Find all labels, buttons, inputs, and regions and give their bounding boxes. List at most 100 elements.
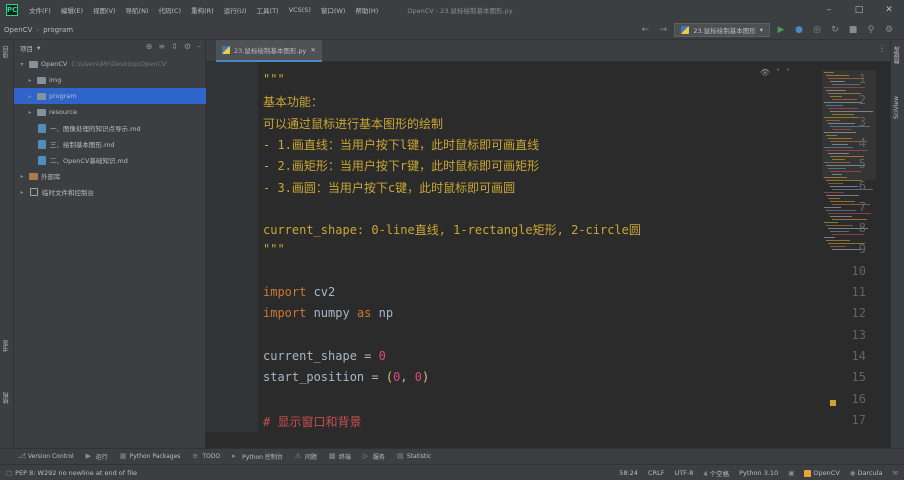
run-tool-button[interactable]: ▶ 运行 (86, 452, 108, 462)
code-line[interactable]: # 显示窗口和背景 (263, 413, 361, 430)
package-icon: ▦ (119, 452, 127, 460)
python-packages-button[interactable]: ▦ Python Packages (119, 452, 181, 461)
up-arrow-icon[interactable]: ˄ (776, 68, 780, 77)
down-arrow-icon[interactable]: ˅ (786, 68, 790, 77)
minimize-icon[interactable]: – (814, 0, 844, 20)
bookmarks-tool-window-button[interactable]: 书签 (2, 340, 11, 352)
indent-setting[interactable]: 4 个空格 (703, 468, 729, 478)
version-control-button[interactable]: ⎇ Version Control (18, 453, 74, 461)
breadcrumb-folder[interactable]: program (39, 26, 77, 34)
menu-help[interactable]: 帮助(H) (350, 5, 383, 15)
problems-button[interactable]: ⚠ 问题 (295, 452, 317, 462)
code-line[interactable]: start_position = (0, 0) (263, 370, 429, 384)
minimap-line (824, 222, 838, 223)
close-icon[interactable]: ✕ (874, 0, 904, 20)
line-separator[interactable]: CRLF (648, 469, 664, 477)
tree-item-md-file[interactable]: 三、绘制基本图形.md (14, 136, 206, 152)
code-line[interactable]: current_shape: 0-line直线, 1-rectangle矩形, … (263, 221, 641, 238)
file-encoding[interactable]: UTF-8 (674, 469, 693, 477)
caret-position[interactable]: 58:24 (619, 469, 638, 477)
code-line[interactable]: import cv2 (263, 285, 335, 299)
collapse-arrow-icon[interactable]: ▸ (18, 189, 26, 196)
debug-icon[interactable]: ● (792, 23, 806, 37)
tree-item-project-root[interactable]: ▾ OpenCV C:\Users\Mr\Desktop\OpenCV (14, 56, 206, 72)
menu-code[interactable]: 代码(C) (153, 5, 186, 15)
back-arrow-icon[interactable]: ← (638, 23, 652, 37)
breadcrumb-project[interactable]: OpenCV (0, 26, 36, 34)
settings-gear-icon[interactable]: ⚙ (184, 42, 191, 51)
terminal-button[interactable]: ▩ 终端 (329, 452, 351, 462)
tree-item-md-file[interactable]: 二、OpenCV基础知识.md (14, 152, 206, 168)
python-interpreter[interactable]: Python 3.10 (739, 469, 778, 477)
menu-vcs[interactable]: VCS(S) (284, 6, 316, 14)
collapse-arrow-icon[interactable]: ▸ (26, 93, 34, 100)
menu-navigate[interactable]: 导航(N) (121, 5, 154, 15)
menu-file[interactable]: 文件(F) (24, 5, 56, 15)
menu-tools[interactable]: 工具(T) (252, 5, 284, 15)
menu-edit[interactable]: 编辑(E) (56, 5, 88, 15)
todo-button[interactable]: ≡ TODO (192, 453, 220, 461)
theme-indicator[interactable]: ◉ Darcula (850, 469, 883, 477)
code-line[interactable]: import numpy as np (263, 306, 393, 320)
tree-item-scratches[interactable]: ▸ 临时文件和控制台 (14, 184, 206, 200)
code-line[interactable]: """ (263, 72, 285, 86)
expand-all-icon[interactable]: ⇕ (171, 42, 178, 51)
project-header-label[interactable]: 项目 (20, 43, 33, 53)
code-line[interactable]: - 1.画直线：当用户按下l键，此时鼠标即可画直线 (263, 136, 539, 153)
services-button[interactable]: ▷ 服务 (363, 452, 385, 462)
expand-arrow-icon[interactable]: ▾ (18, 61, 26, 68)
tree-item-img[interactable]: ▸ img (14, 72, 206, 88)
sciview-tool-window-button[interactable]: SciView (893, 96, 900, 119)
tree-item-md-file[interactable]: 一、图像处理的知识点导示.md (14, 120, 206, 136)
chevron-down-icon[interactable]: ▾ (37, 44, 40, 52)
code-token: start_position = (263, 370, 386, 385)
more-tabs-icon[interactable]: ⋮ (878, 44, 886, 53)
status-toggle-icon[interactable]: □ (6, 469, 12, 477)
structure-tool-window-button[interactable]: 结构 (2, 392, 11, 404)
status-message[interactable]: □ PEP 8: W292 no newline at end of file (6, 469, 137, 477)
line-number: 13 (851, 327, 866, 342)
project-indicator[interactable]: OpenCV (804, 469, 840, 477)
settings-gear-icon[interactable]: ⚙ (882, 23, 896, 37)
collapse-arrow-icon[interactable]: ▸ (26, 77, 34, 84)
project-tool-window-button[interactable]: 项目 (2, 46, 11, 58)
code-line[interactable]: 基本功能： (263, 93, 323, 110)
statistic-button[interactable]: ▤ Statistic (397, 453, 431, 461)
code-editor[interactable]: 23.鼠标绘制基本图形.py ✕ ⋮ 👁 ˄ ˅ 1 """ 2 基本功能： 3 可以通过… (206, 40, 890, 432)
menu-window[interactable]: 窗口(W) (316, 5, 351, 15)
project-icon (804, 469, 812, 477)
search-icon[interactable]: ⚲ (864, 23, 878, 37)
profile-icon[interactable]: ↻ (828, 23, 842, 37)
menu-refactor[interactable]: 重构(R) (186, 5, 219, 15)
database-tool-window-button[interactable]: 数据库 (893, 46, 902, 64)
reader-mode-icon[interactable]: 👁 (760, 68, 770, 77)
forward-arrow-icon[interactable]: → (656, 23, 670, 37)
code-line[interactable]: current_shape = 0 (263, 349, 386, 363)
code-line[interactable]: - 2.画矩形：当用户按下r键，此时鼠标即可画矩形 (263, 157, 539, 174)
maximize-icon[interactable]: □ (844, 0, 874, 20)
tree-item-external-libraries[interactable]: ▸ 外部库 (14, 168, 206, 184)
tree-item-resource[interactable]: ▸ resource (14, 104, 206, 120)
collapse-arrow-icon[interactable]: ▸ (26, 109, 34, 116)
markdown-file-icon (38, 123, 46, 133)
close-tab-icon[interactable]: ✕ (310, 46, 315, 54)
tree-item-program[interactable]: ▸ program (14, 88, 206, 104)
menu-view[interactable]: 视图(V) (88, 5, 121, 15)
menu-run[interactable]: 运行(U) (219, 5, 252, 15)
collapse-all-icon[interactable]: ≡ (158, 42, 165, 51)
stop-icon[interactable]: ■ (846, 23, 860, 37)
add-icon[interactable]: ⊕ (146, 42, 153, 51)
run-icon[interactable]: ▶ (774, 23, 788, 37)
editor-tab-active[interactable]: 23.鼠标绘制基本图形.py ✕ (216, 40, 322, 62)
notifications-icon[interactable]: ✉ (893, 469, 898, 477)
run-configuration-select[interactable]: 23.鼠标绘制基本图形 ▾ (674, 23, 770, 37)
python-console-button[interactable]: ▸ Python 控制台 (232, 452, 283, 462)
code-line[interactable]: - 3.画圆：当用户按下c键，此时鼠标即可画圆 (263, 179, 515, 196)
code-line[interactable]: """ (263, 242, 285, 256)
inspection-widget[interactable]: 👁 ˄ ˅ (760, 68, 790, 77)
hide-panel-icon[interactable]: – (197, 42, 201, 51)
collapse-arrow-icon[interactable]: ▸ (18, 173, 26, 180)
lock-icon[interactable]: ▣ (788, 469, 794, 477)
coverage-icon[interactable]: ◎ (810, 23, 824, 37)
code-line[interactable]: 可以通过鼠标进行基本图形的绘制 (263, 115, 443, 132)
